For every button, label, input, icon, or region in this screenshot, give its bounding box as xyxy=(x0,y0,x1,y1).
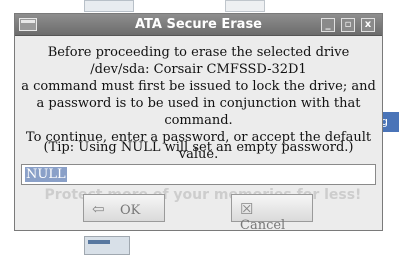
close-button[interactable]: x xyxy=(361,18,375,32)
cancel-button-label: Cancel xyxy=(240,218,286,233)
password-input[interactable]: NULL xyxy=(21,164,376,185)
minimize-button[interactable]: _ xyxy=(321,18,335,32)
title-bar[interactable]: ATA Secure Erase _ ▫ x xyxy=(15,14,382,36)
ata-secure-erase-dialog: ATA Secure Erase _ ▫ x Before proceeding… xyxy=(14,13,383,233)
tip-text: (Tip: Using NULL will set an empty passw… xyxy=(43,140,354,155)
ok-button[interactable]: ⇦ OK xyxy=(83,194,165,222)
ok-button-label: OK xyxy=(120,203,141,218)
cancel-button[interactable]: ☒Cancel xyxy=(231,194,313,233)
background-thumbnail xyxy=(84,0,134,12)
background-thumbnail xyxy=(84,236,130,255)
message-line: a password is to be used in conjunction … xyxy=(36,96,361,128)
message-line: a command must first be issued to lock t… xyxy=(21,79,376,94)
back-arrow-icon: ⇦ xyxy=(92,200,105,218)
watermark-text: Protect more of your memories for less! xyxy=(44,187,362,203)
cancel-x-icon: ☒ xyxy=(240,200,254,218)
password-value-selected: NULL xyxy=(25,167,67,182)
message-line: Before proceeding to erase the selected … xyxy=(47,45,350,60)
maximize-button[interactable]: ▫ xyxy=(341,18,355,32)
message-line: /dev/sda: Corsair CMFSSD-32D1 xyxy=(90,62,307,77)
background-thumbnail xyxy=(225,0,265,12)
